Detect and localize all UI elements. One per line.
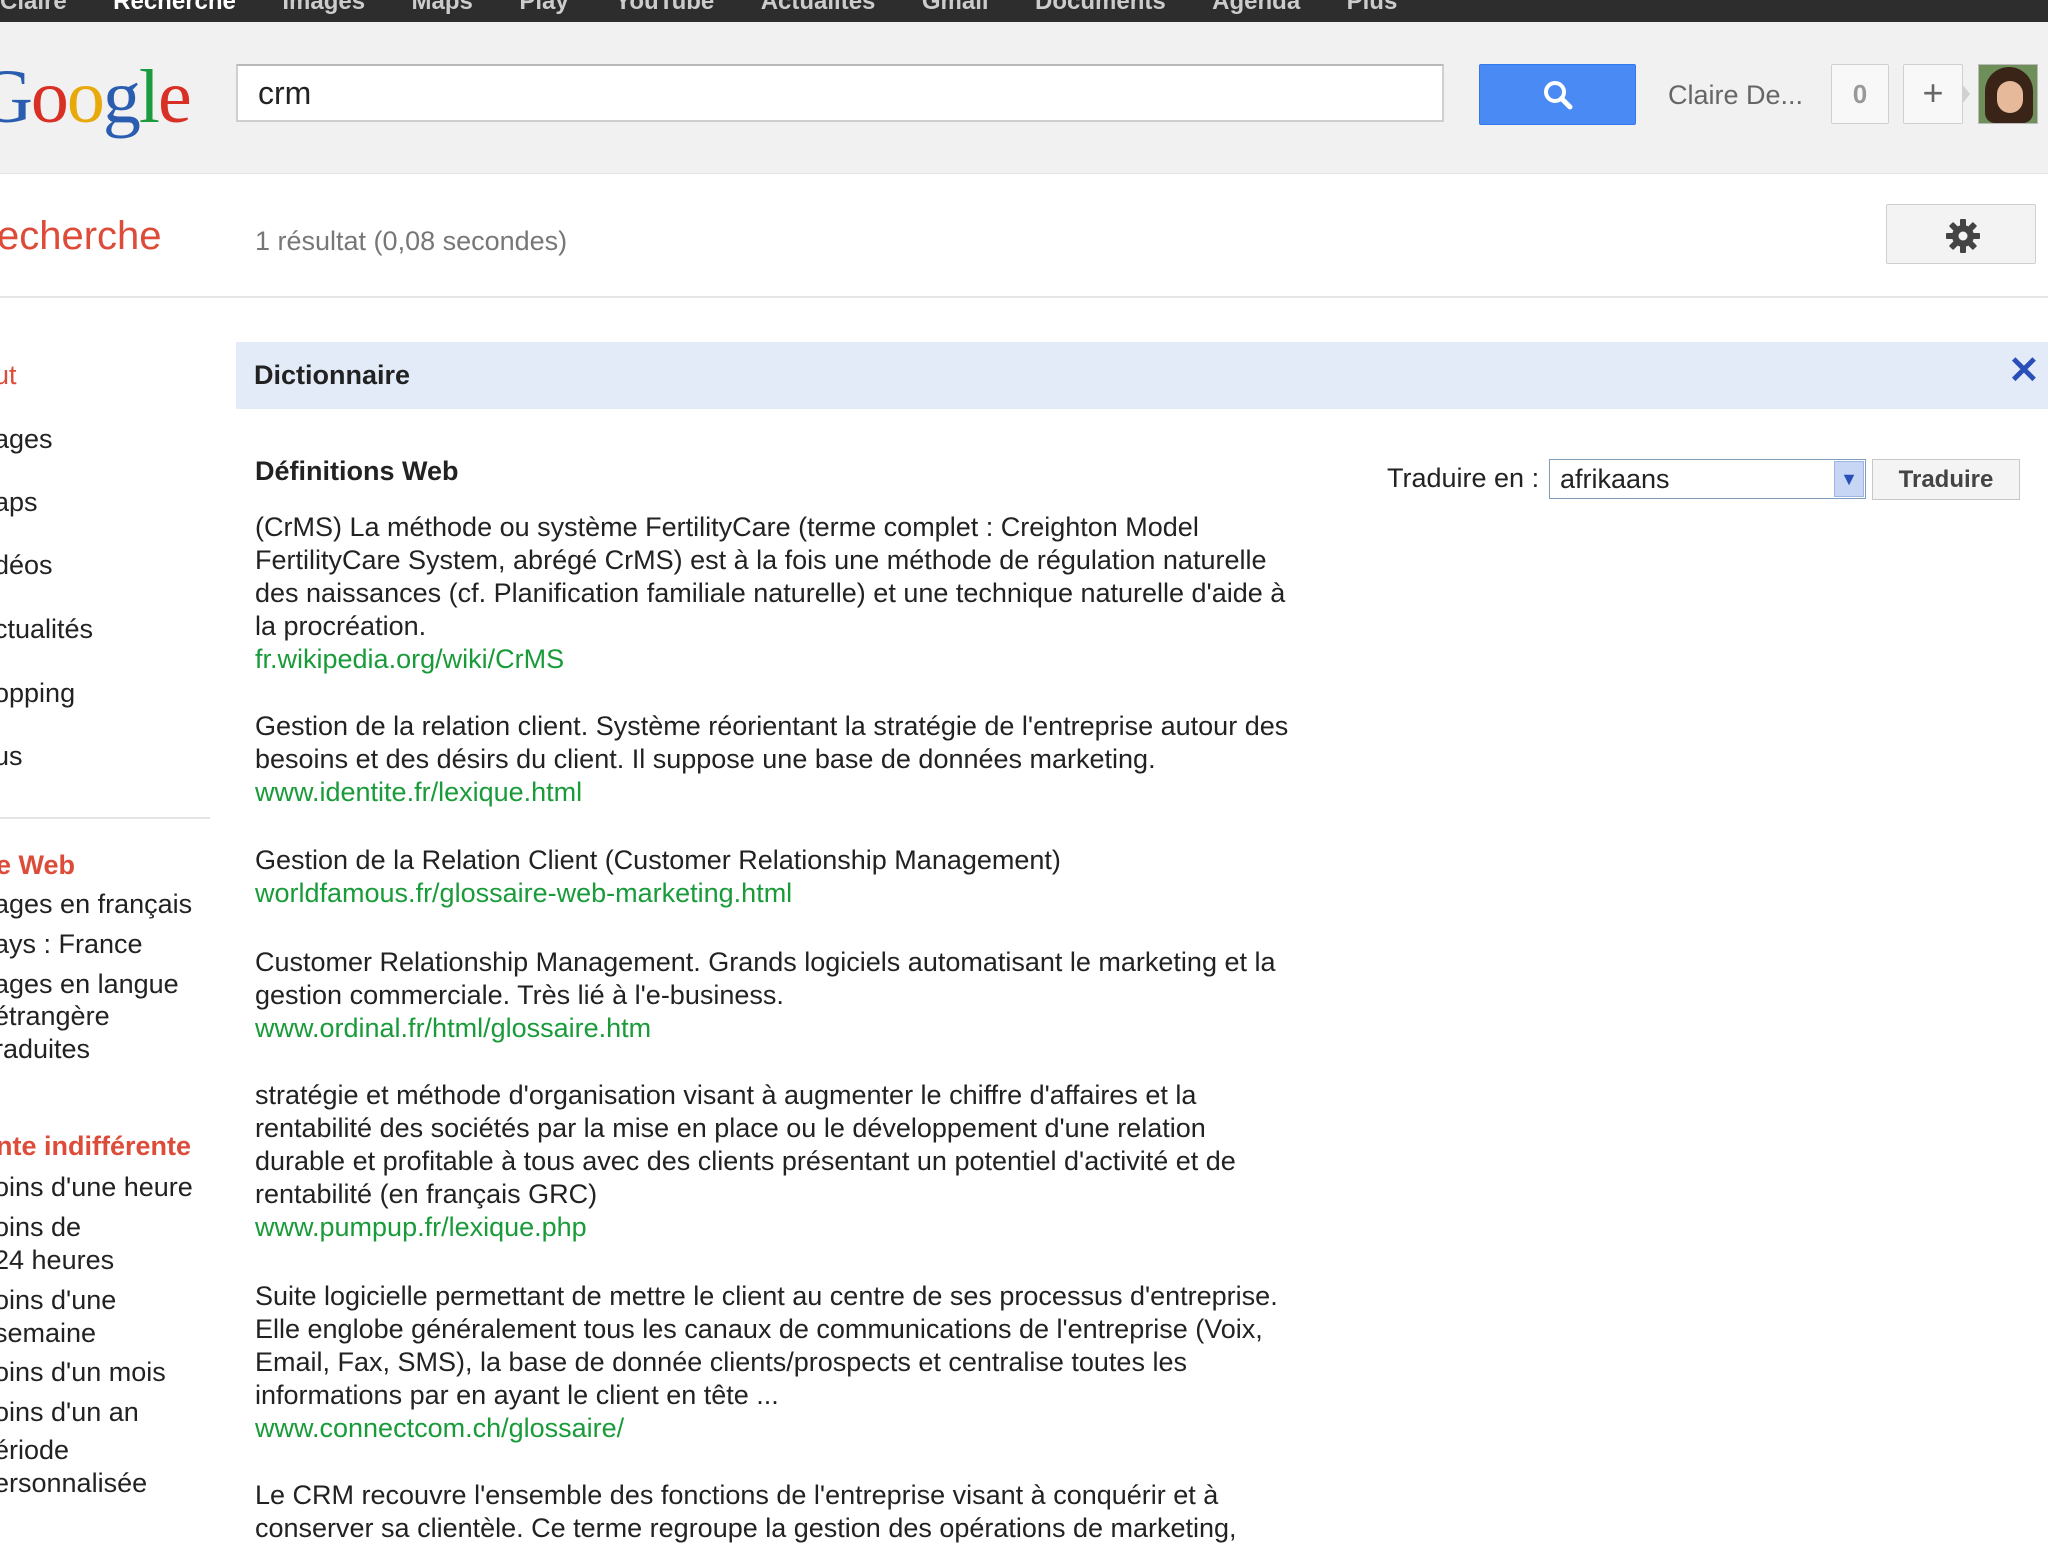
date-filter-heading[interactable]: nte indifférente <box>0 1131 191 1162</box>
definition-source-link[interactable]: worldfamous.fr/glossaire-web-marketing.h… <box>255 877 1335 910</box>
definition-text-line: Email, Fax, SMS), la base de donnée clie… <box>255 1347 1187 1377</box>
definition-text-line: Le CRM recouvre l'ensemble des fonctions… <box>255 1480 1219 1510</box>
filter-past-24h-line2[interactable]: 24 heures <box>0 1244 114 1276</box>
definition-text-line: gestion commerciale. Très lié à l'e-busi… <box>255 980 784 1010</box>
definition-text-line: la procréation. <box>255 611 427 641</box>
subheader: echerche 1 résultat (0,08 secondes) <box>0 174 2048 298</box>
top-nav-bar: Claire Recherche Images Maps Play YouTub… <box>0 0 2048 22</box>
definition-text-line: Customer Relationship Management. Grands… <box>255 947 1276 977</box>
top-nav-item[interactable]: Images <box>282 0 365 14</box>
top-nav-item[interactable]: Play <box>519 0 568 14</box>
definition-text-line: des naissances (cf. Planification famili… <box>255 578 1286 608</box>
definition-text-line: rentabilité des sociétés par la mise en … <box>255 1113 1206 1143</box>
share-arrow-icon <box>1962 84 1970 104</box>
definition-source-link[interactable]: www.connectcom.ch/glossaire/ <box>255 1412 1335 1445</box>
definition-source-link[interactable]: fr.wikipedia.org/wiki/CrMS <box>255 643 1335 676</box>
filter-past-month[interactable]: oins d'un mois <box>0 1356 166 1388</box>
definition-text-line: Elle englobe généralement tous les canau… <box>255 1314 1263 1344</box>
translate-label: Traduire en : <box>1387 463 1540 493</box>
gear-icon <box>1946 219 1980 253</box>
top-nav-item[interactable]: Maps <box>412 0 473 14</box>
definition-text-line: (CrMS) La méthode ou système FertilityCa… <box>255 512 1199 542</box>
top-nav-item[interactable]: YouTube <box>615 0 714 14</box>
header: Google Claire De... 0 + <box>0 22 2048 174</box>
definition-text-line: FertilityCare System, abrégé CrMS) est à… <box>255 545 1267 575</box>
definition-item: Gestion de la relation client. Système r… <box>255 710 1335 809</box>
definition-item: Gestion de la Relation Client (Customer … <box>255 844 1335 910</box>
sidebar-item-news[interactable]: ctualités <box>0 614 93 645</box>
web-filter-heading[interactable]: e Web <box>0 850 75 881</box>
definition-text-line: rentabilité (en français GRC) <box>255 1179 598 1209</box>
dictionary-header: Dictionnaire ✕ <box>236 342 2048 409</box>
chevron-down-icon[interactable]: ▼ <box>1834 461 1864 497</box>
definition-item: stratégie et méthode d'organisation visa… <box>255 1079 1335 1244</box>
top-nav-links: Claire Recherche Images Maps Play YouTub… <box>0 0 1439 14</box>
top-nav-item[interactable]: Agenda <box>1212 0 1300 14</box>
top-nav-item[interactable]: Recherche <box>113 0 236 14</box>
definition-text-line: informations par en ayant le client en t… <box>255 1380 779 1410</box>
language-select[interactable]: afrikaans ▼ <box>1549 459 1866 499</box>
definition-item: Customer Relationship Management. Grands… <box>255 946 1335 1045</box>
translate-button[interactable]: Traduire <box>1872 459 2020 500</box>
definition-source-link[interactable]: www.ordinal.fr/html/glossaire.htm <box>255 1012 1335 1045</box>
definition-item: Suite logicielle permettant de mettre le… <box>255 1280 1335 1445</box>
filter-past-week-line2[interactable]: semaine <box>0 1317 96 1349</box>
search-input[interactable] <box>236 64 1444 122</box>
sidebar-item-images[interactable]: ages <box>0 424 53 455</box>
definition-source-link[interactable]: www.pumpup.fr/lexique.php <box>255 1211 1335 1244</box>
definition-source-link[interactable]: www.identite.fr/lexique.html <box>255 776 1335 809</box>
avatar[interactable] <box>1978 64 2038 124</box>
share-button[interactable]: + <box>1903 64 1963 124</box>
definition-text-line: besoins et des désirs du client. Il supp… <box>255 744 1156 774</box>
filter-past-year[interactable]: oins d'un an <box>0 1396 139 1428</box>
google-logo[interactable]: Google <box>0 52 192 142</box>
top-nav-item[interactable]: Gmail <box>922 0 989 14</box>
top-nav-item[interactable]: Documents <box>1035 0 1166 14</box>
definition-text-line: Gestion de la Relation Client (Customer … <box>255 845 1061 875</box>
search-button[interactable] <box>1479 64 1636 125</box>
filter-foreign-pages[interactable]: ages en langue <box>0 968 179 1000</box>
filter-foreign-pages-line3[interactable]: raduites <box>0 1033 90 1065</box>
definition-item: Le CRM recouvre l'ensemble des fonctions… <box>255 1479 1335 1545</box>
filter-custom-range[interactable]: ériode <box>0 1434 69 1466</box>
language-select-value: afrikaans <box>1560 464 1670 494</box>
sidebar-item-more[interactable]: us <box>0 741 23 772</box>
search-icon <box>1544 81 1573 110</box>
definition-text-line: durable et profitable à tous avec des cl… <box>255 1146 1236 1176</box>
filter-french-pages[interactable]: ages en français <box>0 888 192 920</box>
result-stats: 1 résultat (0,08 secondes) <box>255 226 568 256</box>
close-icon[interactable]: ✕ <box>2008 348 2040 393</box>
notification-count-button[interactable]: 0 <box>1831 64 1889 124</box>
sidebar-item-maps[interactable]: aps <box>0 487 38 518</box>
definition-text-line: Gestion de la relation client. Système r… <box>255 711 1289 741</box>
page-title: echerche <box>0 214 162 258</box>
filter-custom-range-line2[interactable]: ersonnalisée <box>0 1467 147 1499</box>
web-definitions-title: Définitions Web <box>255 456 459 486</box>
top-nav-item[interactable]: Plus <box>1347 0 1398 14</box>
definition-text-line: conserver sa clientèle. Ce terme regroup… <box>255 1513 1237 1543</box>
definition-text-line: Suite logicielle permettant de mettre le… <box>255 1281 1278 1311</box>
sidebar-divider <box>0 817 210 819</box>
top-nav-item[interactable]: Actualités <box>761 0 876 14</box>
dictionary-title: Dictionnaire <box>254 360 411 390</box>
filter-foreign-pages-line2[interactable]: étrangère <box>0 1000 110 1032</box>
user-name[interactable]: Claire De... <box>1668 80 1803 111</box>
sidebar-item-all[interactable]: ut <box>0 360 17 391</box>
sidebar-item-videos[interactable]: déos <box>0 550 53 581</box>
top-nav-item[interactable]: Claire <box>0 0 67 14</box>
definition-item: (CrMS) La méthode ou système FertilityCa… <box>255 511 1335 676</box>
filter-past-24h[interactable]: oins de <box>0 1211 81 1243</box>
filter-country-france[interactable]: ays : France <box>0 928 143 960</box>
settings-button[interactable] <box>1886 204 2036 264</box>
filter-past-week[interactable]: oins d'une <box>0 1284 116 1316</box>
filter-past-hour[interactable]: oins d'une heure <box>0 1171 193 1203</box>
sidebar-item-shopping[interactable]: opping <box>0 678 75 709</box>
definition-text-line: stratégie et méthode d'organisation visa… <box>255 1080 1197 1110</box>
